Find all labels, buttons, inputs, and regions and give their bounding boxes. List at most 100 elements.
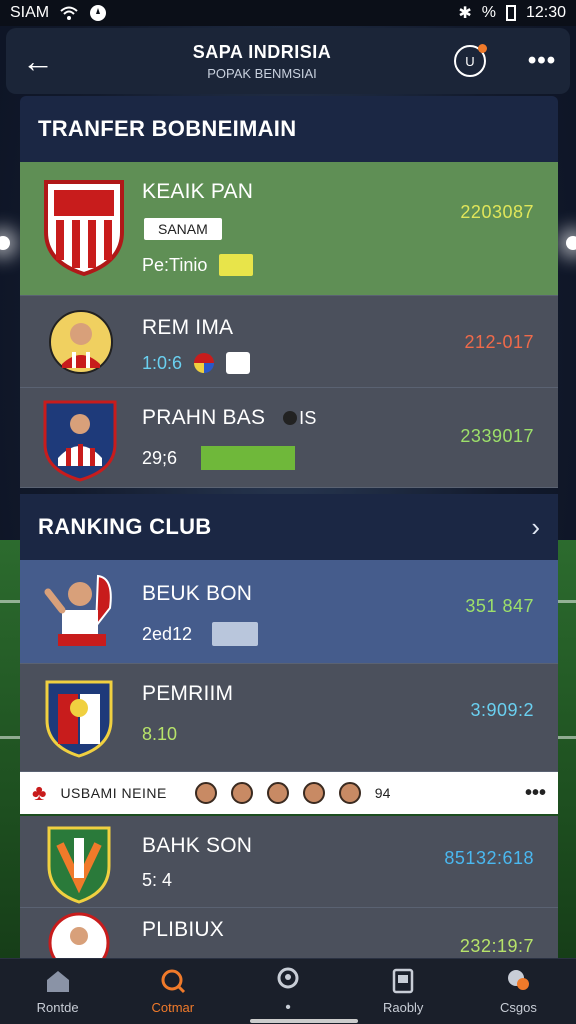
app-header: ← SAPA INDRISIA POPAK BENMSIAI U ••• xyxy=(6,28,570,94)
club-name: BAHK SON xyxy=(142,834,253,857)
nav-item-chat[interactable]: Csgos xyxy=(461,959,576,1024)
section-title: RANKING CLUB xyxy=(38,514,212,539)
player-face-icon xyxy=(302,782,325,804)
ranking-section-header[interactable]: RANKING CLUB › xyxy=(20,494,558,560)
page-title: SAPA INDRISIA xyxy=(192,41,332,62)
player-avatar-icon xyxy=(49,310,113,374)
club-value: 3:909:2 xyxy=(470,700,534,720)
clock: 12:30 xyxy=(525,4,566,21)
transfer-row[interactable]: REM IMA 1:0:6 212-017 xyxy=(20,296,558,388)
ranking-panel-lower: BAHK SON 5: 4 85132:618 PLIBIUX 232:19:7 xyxy=(20,816,558,958)
club-crest-icon xyxy=(43,400,117,482)
section-title: TRANFER BOBNEIMAIN xyxy=(38,116,297,141)
player-face-icon xyxy=(266,782,289,804)
club-stat: 5: 4 xyxy=(142,870,173,890)
transfer-section-header: TRANFER BOBNEIMAIN xyxy=(20,96,558,162)
player-face-icon xyxy=(194,782,217,804)
person-search-icon xyxy=(277,967,299,988)
bluetooth-icon: ✱ xyxy=(458,5,472,22)
carrier-label: SIAM xyxy=(10,4,50,21)
notification-button[interactable]: U xyxy=(454,44,487,77)
card-icon xyxy=(392,968,414,994)
battery-icon xyxy=(505,5,516,21)
player-name: REM IMA xyxy=(142,316,234,339)
nav-label: Cotmar xyxy=(151,1000,195,1015)
player-tag: SANAM xyxy=(144,218,222,240)
player-name: PRAHN BAS xyxy=(142,406,266,429)
nav-item-discover[interactable]: • xyxy=(230,959,345,1024)
stadium-light xyxy=(566,236,576,250)
rank-chip xyxy=(212,622,259,646)
club-value: 85132:618 xyxy=(444,848,534,868)
club-crest-icon xyxy=(47,826,111,904)
player-meta: 29;6 xyxy=(142,446,296,470)
ranking-row[interactable]: BEUK BON 2ed12 351 847 xyxy=(20,560,558,664)
home-icon xyxy=(46,971,69,992)
club-crest-icon xyxy=(44,180,124,276)
stadium-light xyxy=(0,236,10,250)
flag-chip xyxy=(226,352,251,374)
nav-item-home[interactable]: Rontde xyxy=(0,959,115,1024)
player-name-group: PRAHN BAS IS xyxy=(142,406,317,430)
player-position: Pe:Tinio xyxy=(142,254,208,275)
club-stat: 2ed12 xyxy=(142,623,193,644)
club-meta: 8.10 xyxy=(142,724,177,745)
dot-icon xyxy=(283,411,298,425)
player-face-icon xyxy=(230,782,253,804)
club-meta: 5: 4 xyxy=(142,870,172,891)
club-value: 351 847 xyxy=(465,596,534,616)
player-extra-label: IS xyxy=(299,407,317,428)
transfer-panel: TRANFER BOBNEIMAIN KEAIK PAN SANAM Pe:Ti… xyxy=(20,96,558,488)
ranking-row[interactable]: BAHK SON 5: 4 85132:618 xyxy=(20,816,558,908)
transfer-value: 2203087 xyxy=(460,202,534,222)
ranking-panel: RANKING CLUB › BEUK BON 2ed12 351 847 PE… xyxy=(20,494,558,772)
arrow-left-icon: ← xyxy=(22,42,54,79)
player-extra: IS xyxy=(283,408,316,429)
strip-count: 94 xyxy=(374,785,391,801)
search-icon xyxy=(161,969,185,994)
wifi-icon xyxy=(60,6,78,20)
more-dots-icon[interactable]: ••• xyxy=(525,782,546,805)
nav-item-search[interactable]: Cotmar xyxy=(115,959,230,1024)
transfer-value: 2339017 xyxy=(460,426,534,446)
club-name: PLIBIUX xyxy=(142,918,224,941)
player-stat: 29;6 xyxy=(142,447,178,468)
bottom-navigation: Rontde Cotmar • Raobly Csgos xyxy=(0,958,576,1024)
player-meta: 1:0:6 xyxy=(142,352,251,374)
notification-badge-label: U xyxy=(465,53,475,69)
club-name: PEMRIIM xyxy=(142,682,234,705)
strip-label: USBAMI NEINE xyxy=(60,785,167,801)
back-button[interactable]: ← xyxy=(6,28,70,94)
battery-label: % xyxy=(481,4,496,21)
app-notification-icon xyxy=(90,5,107,21)
nav-label: Rontde xyxy=(36,1000,79,1015)
player-meta: Pe:Tinio xyxy=(142,254,254,276)
club-name: BEUK BON xyxy=(142,582,253,605)
club-badge-icon xyxy=(194,353,215,373)
nav-item-card[interactable]: Raobly xyxy=(346,959,461,1024)
transfer-row[interactable]: KEAIK PAN SANAM Pe:Tinio 2203087 xyxy=(20,162,558,296)
player-mascot-icon xyxy=(44,574,112,646)
status-bar: SIAM ✱ % 12:30 xyxy=(0,0,576,26)
club-logo-icon: ♣ xyxy=(32,780,47,805)
more-options-button[interactable]: ••• xyxy=(514,47,570,75)
ranking-row[interactable]: PEMRIIM 8.10 3:909:2 xyxy=(20,664,558,772)
yellow-card-chip xyxy=(219,254,254,276)
nav-label: Raobly xyxy=(382,1000,424,1015)
progress-chip xyxy=(201,446,296,470)
players-strip[interactable]: ♣ USBAMI NEINE 94 ••• xyxy=(20,772,558,814)
nav-label: Csgos xyxy=(499,1000,537,1015)
player-name: KEAIK PAN xyxy=(142,180,254,203)
club-value: 232:19:7 xyxy=(459,936,534,956)
player-face-icon xyxy=(338,782,361,804)
transfer-value: 212-017 xyxy=(464,332,534,352)
transfer-row[interactable]: PRAHN BAS IS 29;6 2339017 xyxy=(20,388,558,488)
notification-dot xyxy=(478,44,487,53)
header-titles: SAPA INDRISIA POPAK BENMSIAI xyxy=(70,42,454,81)
nav-dot: • xyxy=(285,998,291,1016)
more-dots-icon: ••• xyxy=(527,47,557,74)
player-stat: 1:0:6 xyxy=(142,352,183,373)
ranking-row[interactable]: PLIBIUX 232:19:7 xyxy=(20,908,558,958)
club-stat: 8.10 xyxy=(142,724,178,744)
club-meta: 2ed12 xyxy=(142,622,259,646)
